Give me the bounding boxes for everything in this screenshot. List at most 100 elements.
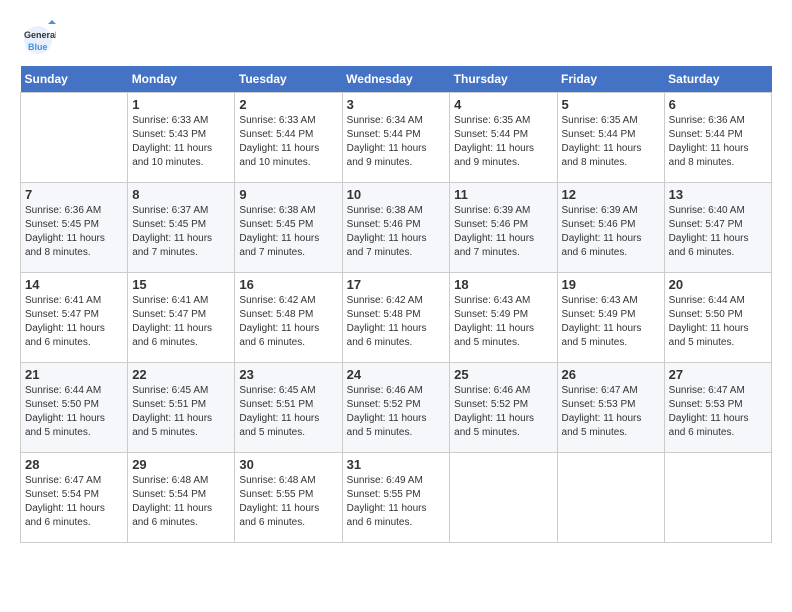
calendar-cell: 20Sunrise: 6:44 AM Sunset: 5:50 PM Dayli…: [664, 273, 771, 363]
cell-info: Sunrise: 6:47 AM Sunset: 5:53 PM Dayligh…: [562, 384, 660, 440]
calendar-cell: 30 Sunrise: 6:48 AM Sunset: 5:55 PM Dayli…: [235, 453, 342, 543]
calendar-cell: 26 Sunrise: 6:47 AM Sunset: 5:53 PM Dayli…: [557, 363, 664, 453]
calendar-cell: 19 Sunrise: 6:43 AM Sunset: 5:49 PM Dayli…: [557, 273, 664, 363]
cell-info: Sunrise: 6:37 AM Sunset: 5:45 PM Dayligh…: [132, 204, 230, 260]
cell-info: Sunrise: 6:44 AM Sunset: 5:50 PM Dayligh…: [669, 294, 767, 350]
page-header: General Blue: [20, 20, 772, 56]
calendar-cell: [664, 453, 771, 543]
calendar-cell: 16 Sunrise: 6:42 AM Sunset: 5:48 PM Dayli…: [235, 273, 342, 363]
calendar-cell: 13 Sunrise: 6:40 AM Sunset: 5:47 PM Dayli…: [664, 183, 771, 273]
cell-info: Sunrise: 6:38 AM Sunset: 5:45 PM Dayligh…: [239, 204, 337, 260]
calendar-cell: 6Sunrise: 6:36 AM Sunset: 5:44 PM Daylig…: [664, 93, 771, 183]
cell-info: Sunrise: 6:38 AM Sunset: 5:46 PM Dayligh…: [347, 204, 446, 260]
calendar-cell: 5 Sunrise: 6:35 AM Sunset: 5:44 PM Daylig…: [557, 93, 664, 183]
cell-info: Sunrise: 6:46 AM Sunset: 5:52 PM Dayligh…: [347, 384, 446, 440]
day-header-tuesday: Tuesday: [235, 66, 342, 93]
calendar-cell: 28 Sunrise: 6:47 AM Sunset: 5:54 PM Dayli…: [21, 453, 128, 543]
cell-info: Sunrise: 6:39 AM Sunset: 5:46 PM Dayligh…: [454, 204, 552, 260]
day-header-sunday: Sunday: [21, 66, 128, 93]
calendar-cell: 7Sunrise: 6:36 AM Sunset: 5:45 PM Daylig…: [21, 183, 128, 273]
calendar-cell: 14 Sunrise: 6:41 AM Sunset: 5:47 PM Dayli…: [21, 273, 128, 363]
calendar-table: SundayMondayTuesdayWednesdayThursdayFrid…: [20, 66, 772, 543]
header-row: SundayMondayTuesdayWednesdayThursdayFrid…: [21, 66, 772, 93]
day-number: 26: [562, 367, 660, 382]
day-number: 8: [132, 187, 230, 202]
calendar-cell: 1 Sunrise: 6:33 AM Sunset: 5:43 PM Daylig…: [128, 93, 235, 183]
day-number: 24: [347, 367, 446, 382]
calendar-cell: 24 Sunrise: 6:46 AM Sunset: 5:52 PM Dayli…: [342, 363, 450, 453]
day-header-wednesday: Wednesday: [342, 66, 450, 93]
calendar-cell: 12Sunrise: 6:39 AM Sunset: 5:46 PM Dayli…: [557, 183, 664, 273]
day-number: 6: [669, 97, 767, 112]
day-number: 13: [669, 187, 767, 202]
calendar-cell: 4 Sunrise: 6:35 AM Sunset: 5:44 PM Daylig…: [450, 93, 557, 183]
calendar-cell: 18Sunrise: 6:43 AM Sunset: 5:49 PM Dayli…: [450, 273, 557, 363]
cell-info: Sunrise: 6:33 AM Sunset: 5:44 PM Dayligh…: [239, 114, 337, 170]
day-number: 14: [25, 277, 123, 292]
cell-info: Sunrise: 6:35 AM Sunset: 5:44 PM Dayligh…: [454, 114, 552, 170]
calendar-cell: 2 Sunrise: 6:33 AM Sunset: 5:44 PM Daylig…: [235, 93, 342, 183]
day-number: 19: [562, 277, 660, 292]
calendar-cell: 23Sunrise: 6:45 AM Sunset: 5:51 PM Dayli…: [235, 363, 342, 453]
calendar-cell: [21, 93, 128, 183]
cell-info: Sunrise: 6:40 AM Sunset: 5:47 PM Dayligh…: [669, 204, 767, 260]
day-number: 4: [454, 97, 552, 112]
calendar-cell: 25Sunrise: 6:46 AM Sunset: 5:52 PM Dayli…: [450, 363, 557, 453]
cell-info: Sunrise: 6:46 AM Sunset: 5:52 PM Dayligh…: [454, 384, 552, 440]
cell-info: Sunrise: 6:43 AM Sunset: 5:49 PM Dayligh…: [562, 294, 660, 350]
week-row-3: 14 Sunrise: 6:41 AM Sunset: 5:47 PM Dayli…: [21, 273, 772, 363]
day-number: 18: [454, 277, 552, 292]
cell-info: Sunrise: 6:42 AM Sunset: 5:48 PM Dayligh…: [239, 294, 337, 350]
svg-text:General: General: [24, 30, 56, 40]
day-number: 17: [347, 277, 446, 292]
day-number: 1: [132, 97, 230, 112]
week-row-4: 21Sunrise: 6:44 AM Sunset: 5:50 PM Dayli…: [21, 363, 772, 453]
calendar-cell: 22 Sunrise: 6:45 AM Sunset: 5:51 PM Dayli…: [128, 363, 235, 453]
cell-info: Sunrise: 6:49 AM Sunset: 5:55 PM Dayligh…: [347, 474, 446, 530]
day-number: 15: [132, 277, 230, 292]
day-number: 2: [239, 97, 337, 112]
cell-info: Sunrise: 6:45 AM Sunset: 5:51 PM Dayligh…: [132, 384, 230, 440]
cell-info: Sunrise: 6:34 AM Sunset: 5:44 PM Dayligh…: [347, 114, 446, 170]
cell-info: Sunrise: 6:33 AM Sunset: 5:43 PM Dayligh…: [132, 114, 230, 170]
week-row-5: 28 Sunrise: 6:47 AM Sunset: 5:54 PM Dayli…: [21, 453, 772, 543]
cell-info: Sunrise: 6:41 AM Sunset: 5:47 PM Dayligh…: [132, 294, 230, 350]
day-number: 5: [562, 97, 660, 112]
calendar-cell: 3 Sunrise: 6:34 AM Sunset: 5:44 PM Daylig…: [342, 93, 450, 183]
day-header-saturday: Saturday: [664, 66, 771, 93]
day-number: 28: [25, 457, 123, 472]
cell-info: Sunrise: 6:45 AM Sunset: 5:51 PM Dayligh…: [239, 384, 337, 440]
calendar-cell: 21Sunrise: 6:44 AM Sunset: 5:50 PM Dayli…: [21, 363, 128, 453]
calendar-cell: 27Sunrise: 6:47 AM Sunset: 5:53 PM Dayli…: [664, 363, 771, 453]
calendar-cell: 8 Sunrise: 6:37 AM Sunset: 5:45 PM Daylig…: [128, 183, 235, 273]
day-number: 22: [132, 367, 230, 382]
cell-info: Sunrise: 6:48 AM Sunset: 5:54 PM Dayligh…: [132, 474, 230, 530]
cell-info: Sunrise: 6:47 AM Sunset: 5:53 PM Dayligh…: [669, 384, 767, 440]
day-number: 16: [239, 277, 337, 292]
logo: General Blue: [20, 20, 56, 56]
day-header-friday: Friday: [557, 66, 664, 93]
calendar-cell: 29Sunrise: 6:48 AM Sunset: 5:54 PM Dayli…: [128, 453, 235, 543]
day-number: 7: [25, 187, 123, 202]
calendar-cell: 9 Sunrise: 6:38 AM Sunset: 5:45 PM Daylig…: [235, 183, 342, 273]
cell-info: Sunrise: 6:41 AM Sunset: 5:47 PM Dayligh…: [25, 294, 123, 350]
day-number: 9: [239, 187, 337, 202]
cell-info: Sunrise: 6:35 AM Sunset: 5:44 PM Dayligh…: [562, 114, 660, 170]
day-header-thursday: Thursday: [450, 66, 557, 93]
svg-text:Blue: Blue: [28, 42, 48, 52]
logo-container: General Blue: [20, 20, 56, 56]
day-number: 21: [25, 367, 123, 382]
calendar-cell: 17Sunrise: 6:42 AM Sunset: 5:48 PM Dayli…: [342, 273, 450, 363]
day-number: 30: [239, 457, 337, 472]
cell-info: Sunrise: 6:47 AM Sunset: 5:54 PM Dayligh…: [25, 474, 123, 530]
logo-svg: General Blue: [20, 20, 56, 56]
calendar-cell: [450, 453, 557, 543]
day-number: 3: [347, 97, 446, 112]
day-number: 31: [347, 457, 446, 472]
cell-info: Sunrise: 6:39 AM Sunset: 5:46 PM Dayligh…: [562, 204, 660, 260]
cell-info: Sunrise: 6:48 AM Sunset: 5:55 PM Dayligh…: [239, 474, 337, 530]
calendar-cell: 11Sunrise: 6:39 AM Sunset: 5:46 PM Dayli…: [450, 183, 557, 273]
week-row-1: 1 Sunrise: 6:33 AM Sunset: 5:43 PM Daylig…: [21, 93, 772, 183]
calendar-cell: [557, 453, 664, 543]
day-header-monday: Monday: [128, 66, 235, 93]
